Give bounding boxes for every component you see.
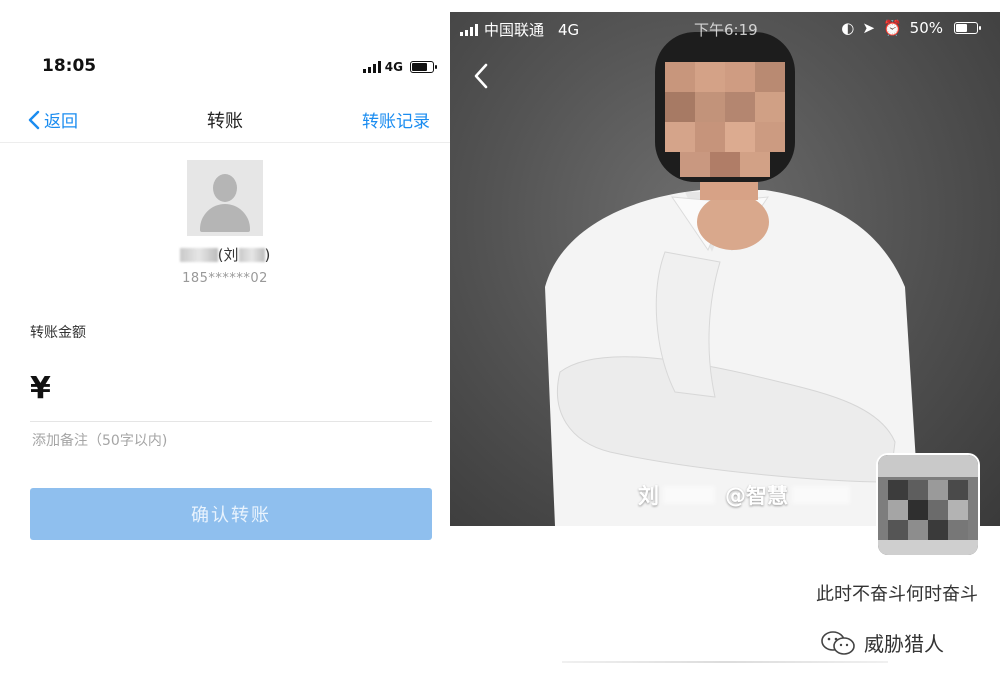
caption-prefix: 刘 (638, 484, 659, 508)
status-icons: ◐ ➤ ⏰ 50% (841, 19, 981, 37)
alarm-icon: ⏰ (882, 19, 902, 37)
profile-photo (545, 32, 920, 526)
brand-name: 威胁猎人 (864, 632, 944, 656)
status-bar: 18:05 4G (0, 50, 450, 88)
signal-icon (362, 61, 381, 73)
carrier-name: 中国联通 (484, 21, 545, 39)
status-clock: 下午6:19 (694, 21, 758, 39)
confirm-transfer-button[interactable]: 确认转账 (30, 488, 432, 540)
status-time: 18:05 (42, 56, 97, 76)
profile-motto: 此时不奋斗何时奋斗 (816, 584, 978, 605)
battery-icon (410, 61, 437, 73)
footer-brand: 威胁猎人 (820, 628, 944, 657)
recipient-card: (刘 ) 185******02 (0, 160, 450, 286)
nav-bar: 返回 转账 转账记录 (0, 98, 450, 143)
wechat-icon (821, 630, 855, 655)
pixelated-face (655, 32, 795, 182)
caption-at: @智慧 (725, 484, 788, 508)
note-input[interactable] (30, 432, 334, 450)
recipient-name-close: ) (264, 245, 271, 264)
redacted-text (179, 247, 218, 262)
amount-input[interactable]: ¥ (30, 365, 432, 422)
redacted-text (792, 486, 850, 504)
screen-rotation-icon: ◐ (841, 19, 855, 37)
signal-icon (460, 23, 478, 36)
back-button[interactable] (472, 62, 490, 90)
currency-symbol: ¥ (30, 371, 51, 406)
location-icon: ➤ (862, 19, 875, 37)
recipient-name: (刘 ) (0, 244, 450, 265)
divider (562, 661, 888, 663)
network-type: 4G (384, 60, 403, 74)
amount-label: 转账金额 (30, 325, 86, 341)
default-avatar-icon (187, 160, 263, 236)
transfer-screen: 18:05 4G 返回 转账 转账记录 (刘 ) 185******02 转账金… (0, 0, 450, 688)
photo-caption: 刘 @智慧 (638, 480, 850, 510)
carrier-info: 中国联通 4G (460, 19, 579, 40)
profile-photo-screen: 中国联通 4G 下午6:19 ◐ ➤ ⏰ 50% 刘 @智慧 (450, 12, 1000, 526)
pixelated-thumbnail-icon (878, 455, 978, 555)
recipient-phone: 185******02 (182, 271, 268, 286)
battery-icon (954, 22, 981, 34)
recipient-name-open: (刘 (217, 246, 239, 264)
status-bar-right: 中国联通 4G 下午6:19 ◐ ➤ ⏰ 50% (450, 12, 1000, 46)
redacted-text (238, 247, 265, 262)
battery-percent: 50% (909, 19, 943, 37)
transfer-history-link[interactable]: 转账记录 (362, 107, 430, 132)
network-type: 4G (558, 20, 580, 39)
status-icons: 4G (362, 60, 437, 74)
redacted-text (663, 486, 715, 504)
profile-thumbnail[interactable] (878, 455, 978, 555)
